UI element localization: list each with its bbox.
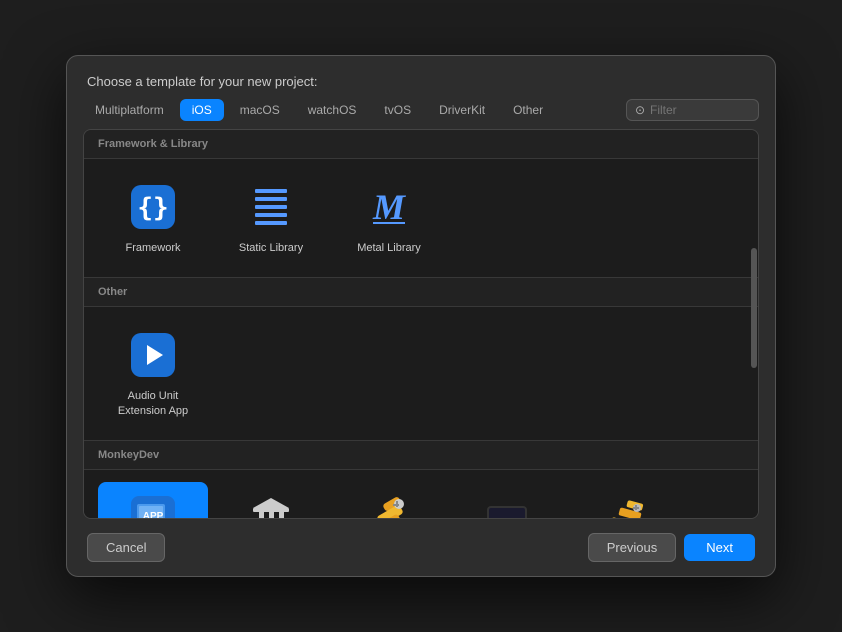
dialog-title: Choose a template for your new project: [87, 74, 318, 89]
cancel-button[interactable]: Cancel [87, 533, 165, 562]
tab-tvos[interactable]: tvOS [372, 99, 423, 121]
section-header-framework: Framework & Library [84, 130, 758, 159]
audio-unit-icon [127, 329, 179, 381]
monkey-pod-icon-container [245, 492, 297, 519]
tab-watchos[interactable]: watchOS [296, 99, 369, 121]
scrollbar-track[interactable] [750, 130, 758, 518]
monkeydev-items-grid: APP MonkeyApp [84, 470, 758, 519]
section-header-other: Other [84, 278, 758, 307]
filter-input[interactable] [650, 103, 750, 117]
static-library-label: Static Library [239, 241, 303, 255]
other-items-grid: Audio Unit Extension App [84, 307, 758, 441]
template-item-cmdline-tool[interactable]: exec Command-line Tool [452, 482, 562, 519]
logos-tweak-icon [599, 492, 651, 519]
framework-items-grid: {} Framework S [84, 159, 758, 278]
audio-unit-icon-container [127, 329, 179, 381]
framework-icon-container: {} [127, 181, 179, 233]
captain-hook-icon [363, 492, 415, 519]
section-framework-library: Framework & Library {} Framework [84, 130, 758, 278]
tab-ios[interactable]: iOS [180, 99, 224, 121]
template-item-monkey-app[interactable]: APP MonkeyApp [98, 482, 208, 519]
metal-library-icon-container: M [363, 181, 415, 233]
next-button[interactable]: Next [684, 534, 755, 561]
template-item-framework[interactable]: {} Framework [98, 171, 208, 265]
tab-driverkit[interactable]: DriverKit [427, 99, 497, 121]
section-monkeydev: MonkeyDev APP MonkeyApp [84, 441, 758, 519]
metal-library-label: Metal Library [357, 241, 421, 255]
framework-icon: {} [127, 181, 179, 233]
monkey-app-icon-container: APP [127, 492, 179, 519]
filter-box: ⊙ [626, 99, 759, 121]
template-item-metal-library[interactable]: M Metal Library [334, 171, 444, 265]
template-item-captain-hook[interactable]: CaptainHook Tweak [334, 482, 444, 519]
audio-unit-label: Audio Unit Extension App [106, 389, 200, 418]
tab-other[interactable]: Other [501, 99, 555, 121]
section-other: Other Audio Unit Extension App [84, 278, 758, 441]
svg-text:APP: APP [143, 511, 164, 519]
template-item-audio-unit[interactable]: Audio Unit Extension App [98, 319, 208, 428]
captain-hook-icon-container [363, 492, 415, 519]
template-item-logos-tweak[interactable]: Logos Tweak [570, 482, 680, 519]
static-library-icon [245, 181, 297, 233]
template-chooser-dialog: Choose a template for your new project: … [66, 55, 776, 577]
monkey-app-icon: APP [127, 492, 179, 519]
tab-bar: Multiplatform iOS macOS watchOS tvOS Dri… [67, 99, 775, 129]
logos-tweak-icon-container [599, 492, 651, 519]
svg-text:exec: exec [494, 514, 521, 519]
monkey-pod-icon [245, 492, 297, 519]
scrollbar-thumb[interactable] [751, 248, 757, 368]
cmdline-tool-icon-container: exec [481, 492, 533, 519]
template-item-monkey-pod[interactable]: MonkeyPod [216, 482, 326, 519]
filter-icon: ⊙ [635, 103, 645, 117]
previous-button[interactable]: Previous [588, 533, 677, 562]
tab-macos[interactable]: macOS [228, 99, 292, 121]
dialog-header: Choose a template for your new project: [67, 56, 775, 99]
static-library-icon-container [245, 181, 297, 233]
tab-multiplatform[interactable]: Multiplatform [83, 99, 176, 121]
svg-text:M: M [372, 187, 407, 227]
svg-text:{}: {} [137, 193, 168, 223]
framework-label: Framework [125, 241, 180, 255]
content-area: Framework & Library {} Framework [83, 129, 759, 519]
dialog-footer: Cancel Previous Next [67, 519, 775, 576]
section-header-monkeydev: MonkeyDev [84, 441, 758, 470]
metal-library-icon: M [363, 181, 415, 233]
cmdline-tool-icon: exec [481, 492, 533, 519]
template-item-static-library[interactable]: Static Library [216, 171, 326, 265]
